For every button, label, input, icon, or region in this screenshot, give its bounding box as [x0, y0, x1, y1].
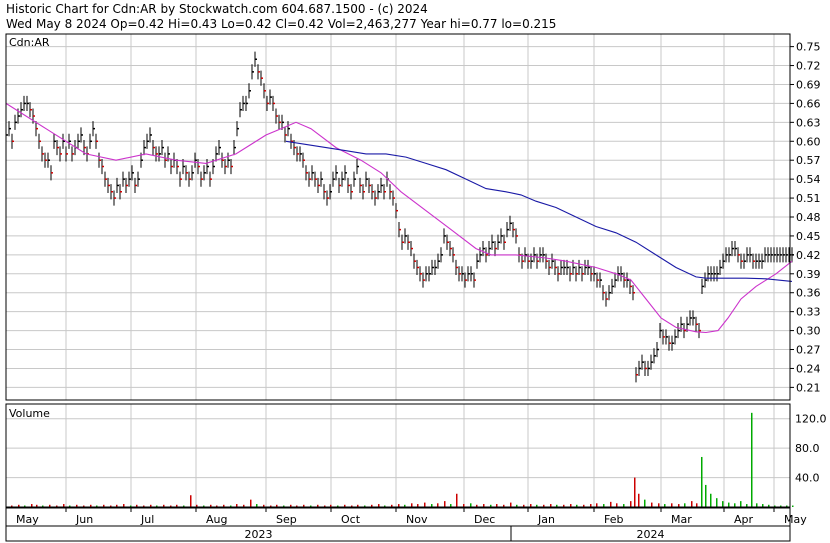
x-month-label: Dec	[474, 513, 495, 526]
price-y-tick-label: 0.33	[796, 306, 821, 319]
volume-bar	[728, 502, 730, 507]
chart-canvas: Historic Chart for Cdn:AR by Stockwatch.…	[0, 0, 830, 543]
volume-bar	[684, 503, 686, 507]
x-year-label: 2023	[245, 528, 273, 541]
volume-bar	[722, 501, 724, 507]
price-y-tick-label: 0.63	[796, 116, 821, 129]
chart-header-line2: Wed May 8 2024 Op=0.42 Hi=0.43 Lo=0.42 C…	[6, 17, 556, 31]
x-month-label: Mar	[671, 513, 692, 526]
volume-bar	[671, 503, 673, 507]
price-y-tick-label: 0.21	[796, 381, 821, 394]
price-y-tick-label: 0.48	[796, 211, 821, 224]
symbol-label: Cdn:AR	[9, 36, 50, 49]
price-y-tick-label: 0.66	[796, 97, 821, 110]
volume-bar	[470, 503, 472, 507]
volume-y-tick-label: 120.0	[795, 413, 827, 426]
volume-bar	[630, 501, 632, 507]
volume-bar	[634, 477, 636, 507]
volume-bar	[437, 503, 439, 507]
volume-bar	[691, 501, 693, 507]
volume-bar	[638, 493, 640, 507]
volume-bar	[740, 501, 742, 507]
volume-bar	[716, 498, 718, 507]
volume-bar	[190, 495, 192, 507]
price-y-tick-label: 0.39	[796, 268, 821, 281]
volume-y-tick-label: 80.0	[795, 442, 820, 455]
x-month-label: Jul	[140, 513, 154, 526]
x-month-label: Jun	[75, 513, 93, 526]
x-month-label: Oct	[341, 513, 361, 526]
volume-bar	[756, 503, 758, 507]
volume-bar	[616, 503, 618, 507]
volume-bar	[250, 499, 252, 507]
price-y-tick-label: 0.45	[796, 230, 821, 243]
volume-label: Volume	[9, 407, 50, 420]
price-y-tick-label: 0.51	[796, 192, 821, 205]
x-month-label: May	[784, 513, 807, 526]
chart-background	[0, 0, 830, 543]
volume-bar	[424, 502, 426, 507]
price-y-tick-label: 0.60	[796, 135, 821, 148]
price-y-tick-label: 0.57	[796, 154, 821, 167]
price-y-tick-label: 0.42	[796, 249, 821, 262]
volume-bar	[651, 502, 653, 507]
x-month-label: Apr	[734, 513, 754, 526]
x-month-label: Aug	[206, 513, 227, 526]
volume-bar	[734, 503, 736, 507]
x-month-label: May	[16, 513, 39, 526]
x-year-label: 2024	[637, 528, 665, 541]
volume-bar	[792, 505, 794, 507]
price-y-tick-label: 0.72	[796, 60, 821, 73]
volume-bar	[644, 499, 646, 507]
x-month-label: Jan	[537, 513, 555, 526]
x-month-label: Feb	[604, 513, 623, 526]
price-y-tick-label: 0.75	[796, 41, 821, 54]
volume-bar	[444, 501, 446, 507]
volume-bar	[596, 503, 598, 507]
price-y-tick-label: 0.27	[796, 344, 821, 357]
price-y-tick-label: 0.36	[796, 287, 821, 300]
stock-chart: Historic Chart for Cdn:AR by Stockwatch.…	[0, 0, 830, 543]
price-y-tick-label: 0.24	[796, 362, 821, 375]
x-month-label: Nov	[406, 513, 428, 526]
volume-bar	[751, 412, 753, 507]
price-y-tick-label: 0.69	[796, 78, 821, 91]
volume-bar	[710, 493, 712, 507]
volume-bar	[705, 484, 707, 507]
volume-bar	[456, 493, 458, 507]
volume-bar	[411, 503, 413, 507]
x-month-label: Sep	[276, 513, 297, 526]
volume-bar	[658, 503, 660, 507]
volume-y-tick-label: 40.0	[795, 472, 820, 485]
volume-bar	[510, 502, 512, 507]
price-y-tick-label: 0.54	[796, 173, 821, 186]
volume-bar	[610, 501, 612, 507]
volume-bar	[696, 503, 698, 507]
volume-bar	[701, 456, 703, 507]
price-y-tick-label: 0.30	[796, 325, 821, 338]
chart-header-line1: Historic Chart for Cdn:AR by Stockwatch.…	[6, 2, 428, 16]
